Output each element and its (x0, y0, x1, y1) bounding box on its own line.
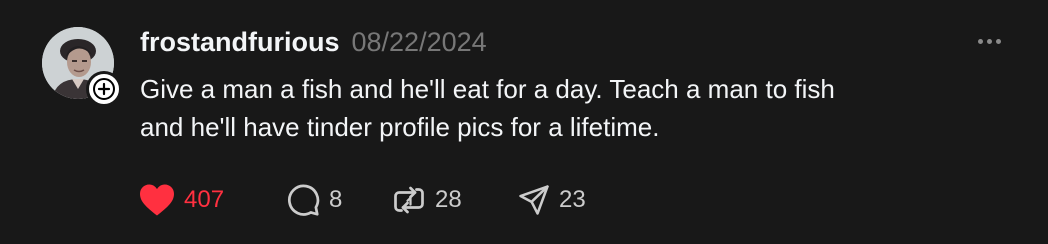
avatar-container (42, 27, 122, 107)
heart-filled-icon (140, 184, 174, 216)
more-horizontal-icon-dot (986, 38, 992, 44)
share-button[interactable]: 23 (517, 180, 586, 220)
more-horizontal-icon-dot (977, 38, 983, 44)
post-header: frostandfurious 08/22/2024 (140, 24, 487, 60)
repost-count: 28 (435, 186, 462, 213)
more-options-button[interactable] (970, 28, 1008, 54)
reply-count: 8 (329, 186, 343, 213)
repost-arrows-icon (394, 186, 424, 214)
reply-button[interactable]: 8 (285, 180, 391, 220)
more-horizontal-icon-dot (995, 38, 1001, 44)
username-link[interactable]: frostandfurious (140, 24, 340, 60)
post-body: Give a man a fish and he'll eat for a da… (140, 70, 980, 146)
post-text-line: and he'll have tinder profile pics for a… (140, 112, 660, 142)
repost-button[interactable]: 28 (391, 180, 517, 220)
like-button[interactable]: 407 (138, 180, 285, 220)
plus-icon (93, 78, 115, 100)
share-count: 23 (559, 186, 586, 213)
speech-bubble-icon (288, 184, 320, 216)
action-bar: 407 8 28 23 (138, 180, 586, 220)
post-timestamp: 08/22/2024 (351, 27, 487, 57)
thread-post: frostandfurious 08/22/2024 Give a man a … (0, 0, 1048, 244)
follow-button[interactable] (86, 71, 122, 107)
paper-plane-icon (519, 185, 549, 215)
like-count: 407 (184, 186, 225, 213)
post-text-line: Give a man a fish and he'll eat for a da… (140, 74, 835, 104)
